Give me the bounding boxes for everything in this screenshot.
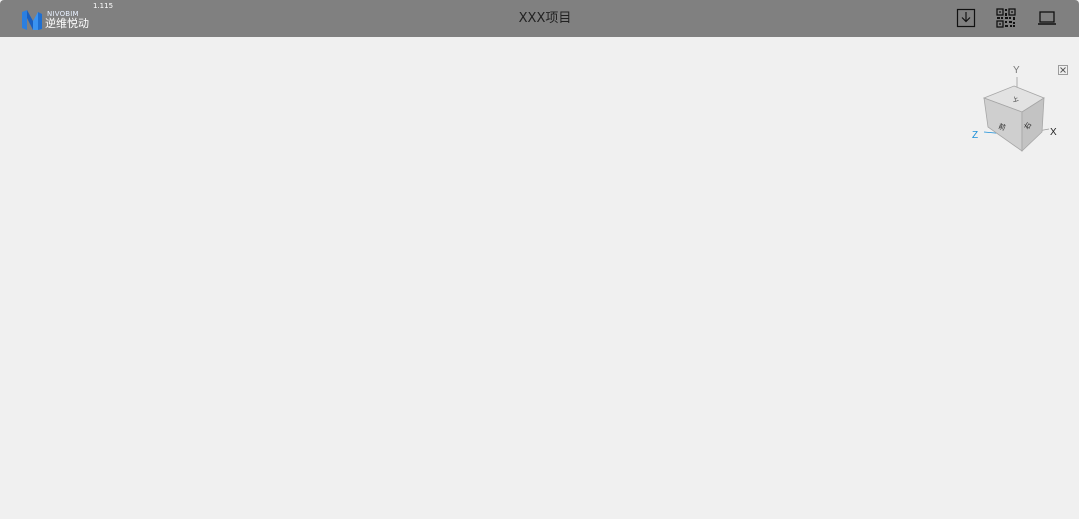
qr-code-button[interactable]	[995, 7, 1017, 29]
axis-z-label: Z	[972, 130, 979, 141]
download-icon	[956, 8, 976, 28]
laptop-icon	[1038, 11, 1056, 25]
axis-y-label: Y	[1013, 65, 1020, 76]
top-bar: NIVOBIM 逆维悦动 1.115 XXX项目	[0, 0, 1079, 37]
desktop-view-button[interactable]	[1036, 7, 1058, 29]
qr-code-icon	[996, 8, 1016, 28]
download-button[interactable]	[955, 7, 977, 29]
version-label: 1.115	[93, 2, 114, 10]
project-title: XXX项目	[518, 11, 572, 26]
view-cube[interactable]: 上 前 右	[966, 57, 1076, 162]
app-window: NIVOBIM 逆维悦动 1.115 XXX项目 上 前 右 Y X Z	[0, 0, 1079, 519]
model-viewport[interactable]	[0, 37, 1079, 519]
axis-x-label: X	[1050, 127, 1057, 138]
view-cube-panel: 上 前 右 Y X Z	[966, 57, 1076, 162]
